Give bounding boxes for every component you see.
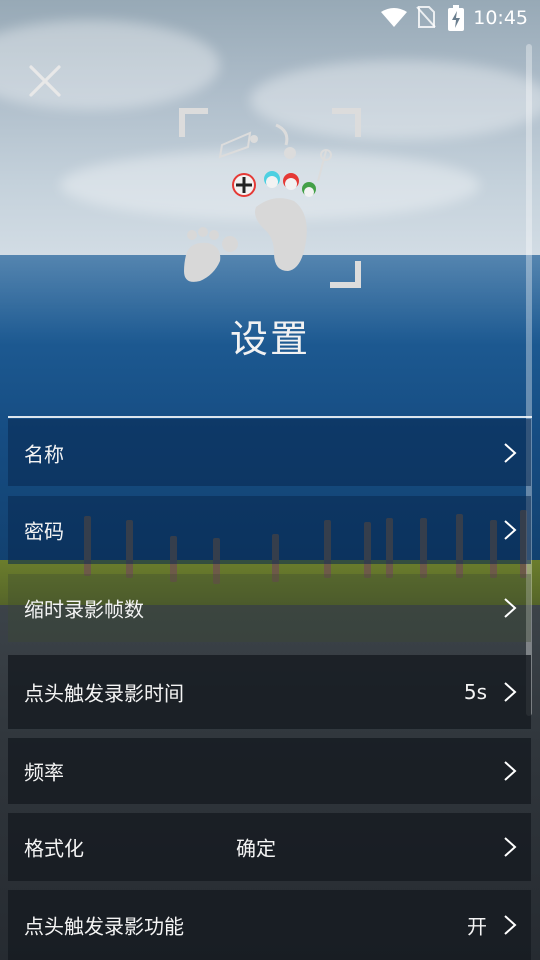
chevron-right-icon xyxy=(504,837,517,857)
setting-frequency-label: 频率 xyxy=(24,760,64,785)
setting-nod-record-feature-label: 点头触发录影功能 xyxy=(24,914,184,939)
chevron-right-icon xyxy=(504,915,517,935)
setting-password-label: 密码 xyxy=(24,519,64,544)
app-logo-icon xyxy=(179,108,361,288)
chevron-right-icon xyxy=(504,761,517,781)
chevron-right-icon xyxy=(504,598,517,618)
setting-row-format[interactable]: 格式化 确定 xyxy=(8,813,531,881)
setting-row-nod-record-feature[interactable]: 点头触发录影功能 开 xyxy=(8,890,531,960)
chevron-right-icon xyxy=(504,442,517,463)
setting-row-frequency[interactable]: 频率 xyxy=(8,738,531,804)
header-divider xyxy=(8,416,532,418)
setting-name-label: 名称 xyxy=(24,442,64,466)
setting-nod-record-time-label: 点头触发录影时间 xyxy=(24,681,184,706)
setting-row-timelapse-fps[interactable]: 缩时录影帧数 xyxy=(8,574,531,642)
setting-format-label: 格式化 xyxy=(24,836,84,861)
wifi-icon xyxy=(381,8,407,27)
setting-nod-record-feature-value: 开 xyxy=(467,914,487,939)
chevron-right-icon xyxy=(504,682,517,702)
status-time: 10:45 xyxy=(473,7,528,29)
chevron-right-icon xyxy=(504,520,517,540)
battery-charging-icon xyxy=(448,5,464,31)
setting-nod-record-time-value: 5s xyxy=(463,680,487,704)
no-sim-icon xyxy=(416,6,436,28)
status-bar: 10:45 xyxy=(0,0,540,36)
setting-row-nod-record-time[interactable]: 点头触发录影时间 5s xyxy=(8,655,531,729)
close-icon[interactable] xyxy=(28,64,62,98)
setting-row-name[interactable]: 名称 xyxy=(8,419,531,486)
page-title: 设置 xyxy=(229,317,310,361)
setting-timelapse-fps-label: 缩时录影帧数 xyxy=(24,597,144,622)
setting-row-password[interactable]: 密码 xyxy=(8,496,531,564)
setting-format-confirm[interactable]: 确定 xyxy=(236,833,276,862)
